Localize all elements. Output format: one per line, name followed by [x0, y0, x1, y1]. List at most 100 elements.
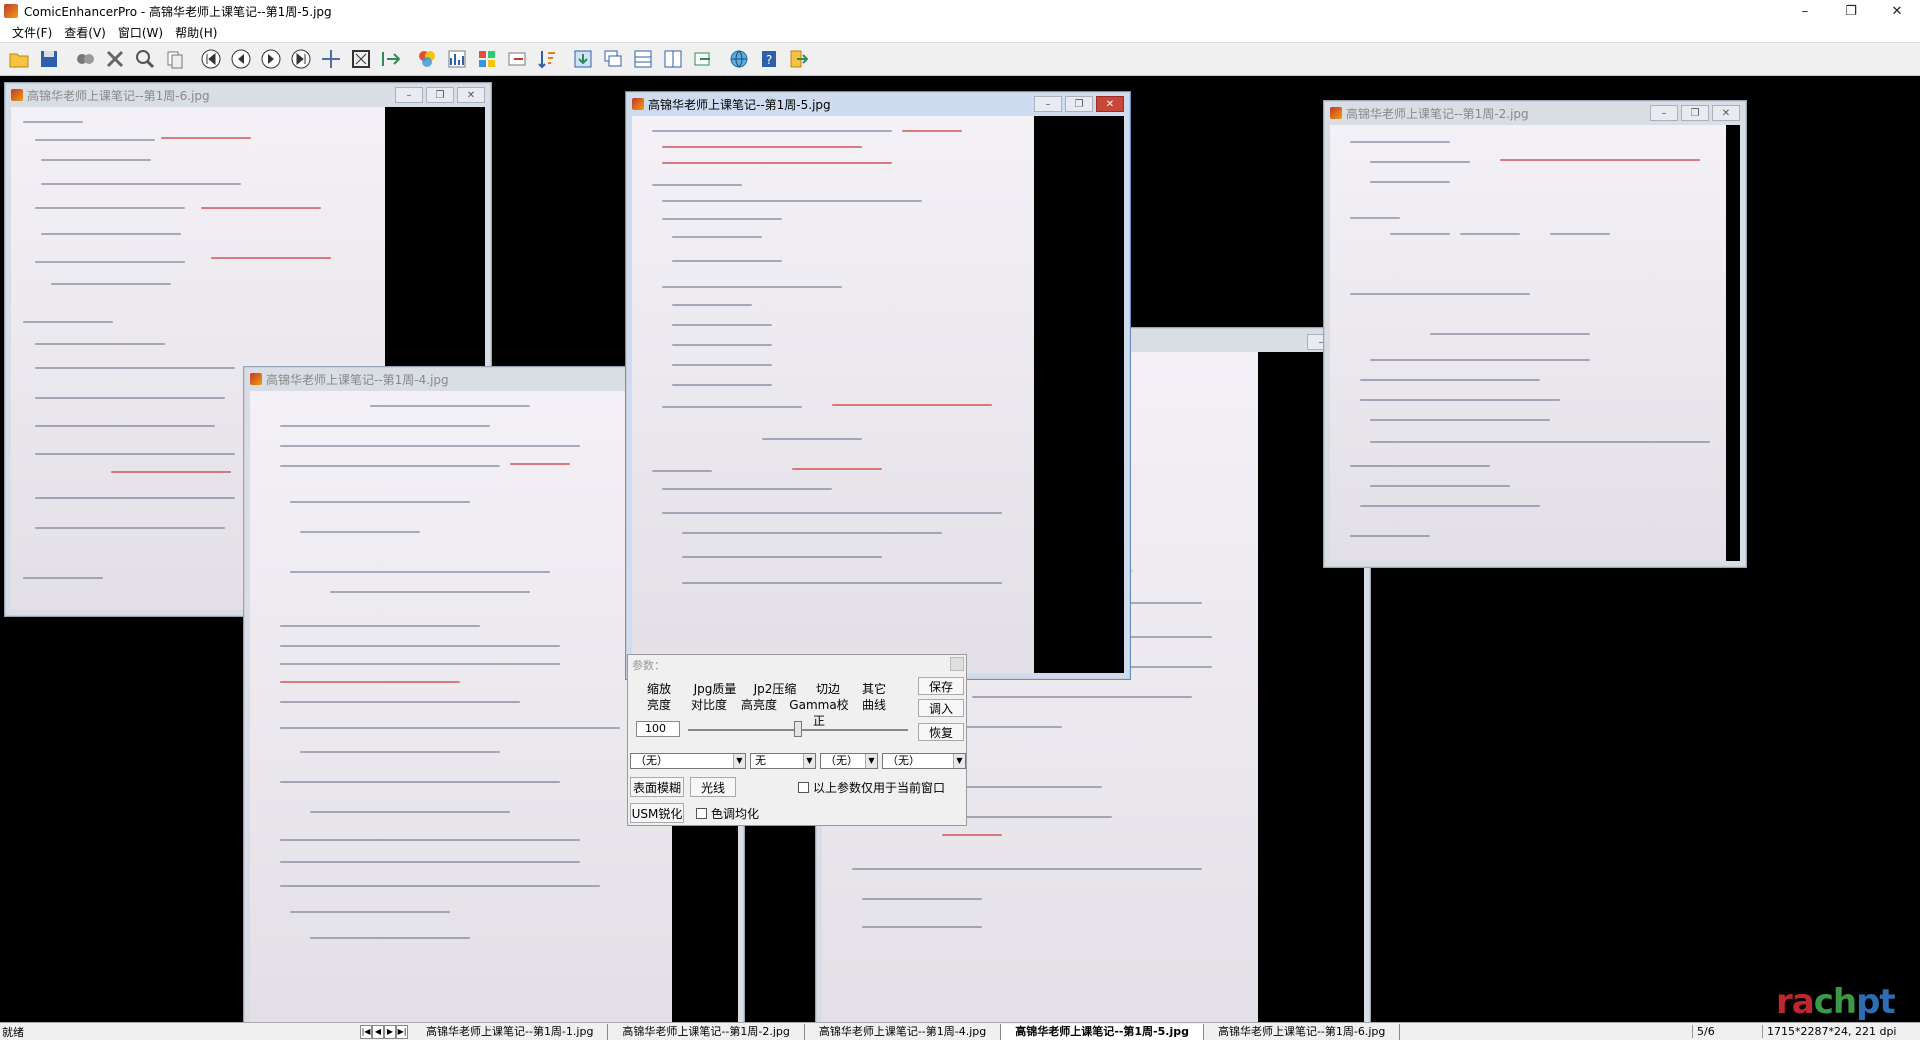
select-1[interactable]: （无） ▼ — [630, 753, 746, 769]
note-image — [1330, 125, 1726, 561]
panel-close-button[interactable] — [950, 657, 964, 671]
slider-thumb[interactable] — [794, 721, 802, 737]
menu-file[interactable]: 文件(F) — [6, 24, 58, 41]
tab-other[interactable]: 其它 — [854, 681, 894, 697]
image-icon — [1330, 107, 1342, 119]
move-icon[interactable] — [318, 46, 344, 72]
color-icon[interactable] — [414, 46, 440, 72]
ray-button[interactable]: 光线 — [690, 777, 736, 797]
tone-equalize-checkbox[interactable]: 色调均化 — [696, 805, 759, 822]
minimize-button[interactable]: – — [395, 87, 423, 103]
tab-zoom[interactable]: 缩放 — [634, 681, 684, 697]
surface-blur-button[interactable]: 表面模糊 — [630, 777, 684, 797]
copy-icon[interactable] — [162, 46, 188, 72]
app-icon — [4, 4, 18, 18]
menu-view[interactable]: 查看(V) — [58, 24, 112, 41]
crop-icon[interactable] — [504, 46, 530, 72]
import-icon[interactable] — [570, 46, 596, 72]
open-folder-icon[interactable] — [6, 46, 32, 72]
tab-curve[interactable]: 曲线 — [854, 697, 894, 713]
parameters-panel: 参数： 缩放 Jpg质量 Jp2压缩 切边 其它 亮度 对比度 高亮度 Gamm… — [627, 654, 967, 826]
chevron-down-icon: ▼ — [953, 754, 965, 768]
chevron-down-icon: ▼ — [865, 754, 877, 768]
help-icon[interactable]: ? — [756, 46, 782, 72]
export-icon[interactable] — [378, 46, 404, 72]
last-icon[interactable] — [288, 46, 314, 72]
sort-icon[interactable] — [534, 46, 560, 72]
value-input[interactable]: 100 — [636, 721, 680, 737]
first-icon[interactable] — [198, 46, 224, 72]
find-icon[interactable] — [132, 46, 158, 72]
maximize-button[interactable]: ❐ — [426, 87, 454, 103]
select-2[interactable]: 无 ▼ — [750, 753, 816, 769]
watermark-logo: rachpt — [1776, 982, 1896, 1022]
split-h-icon[interactable] — [630, 46, 656, 72]
image-icon — [250, 373, 262, 385]
play-icon[interactable] — [258, 46, 284, 72]
current-window-checkbox[interactable]: 以上参数仅用于当前窗口 — [798, 779, 945, 796]
save-icon[interactable] — [36, 46, 62, 72]
window-icon[interactable] — [600, 46, 626, 72]
image-view[interactable] — [632, 116, 1124, 673]
image-view[interactable] — [1330, 125, 1740, 561]
tab-trim[interactable]: 切边 — [806, 681, 850, 697]
maximize-button[interactable]: ❐ — [1065, 96, 1093, 112]
file-tab-4[interactable]: 高锦华老师上课笔记--第1周-4.jpg — [805, 1023, 1002, 1040]
chart-icon[interactable] — [444, 46, 470, 72]
tools-icon[interactable] — [102, 46, 128, 72]
tab-nav: |◀ ◀ ▶ ▶| — [360, 1024, 408, 1039]
chevron-down-icon: ▼ — [803, 754, 815, 768]
close-button[interactable]: ✕ — [1874, 0, 1920, 22]
load-params-button[interactable]: 调入 — [918, 699, 964, 717]
tab-contrast[interactable]: 对比度 — [686, 697, 732, 713]
status-bar: 就绪 |◀ ◀ ▶ ▶| 高锦华老师上课笔记--第1周-1.jpg 高锦华老师上… — [0, 1022, 1920, 1040]
prev-icon[interactable] — [228, 46, 254, 72]
minimize-button[interactable]: – — [1034, 96, 1062, 112]
window-title: ComicEnhancerPro - 高锦华老师上课笔记--第1周-5.jpg — [24, 4, 332, 19]
mdi-workspace: 高锦华老师上课笔记--第1周-6.jpg – ❐ ✕ 高锦华老师上课笔记--第1… — [0, 76, 1920, 1022]
tab-jp2-compress[interactable]: Jp2压缩 — [746, 681, 804, 697]
tab-jpg-quality[interactable]: Jpg质量 — [686, 681, 744, 697]
close-button[interactable]: ✕ — [1096, 96, 1124, 112]
usm-sharpen-button[interactable]: USM锐化 — [630, 803, 684, 823]
file-tab-1[interactable]: 高锦华老师上课笔记--第1周-1.jpg — [412, 1023, 609, 1040]
batch-icon[interactable] — [72, 46, 98, 72]
child-window-5[interactable]: 高锦华老师上课笔记--第1周-5.jpg – ❐ ✕ — [625, 91, 1131, 680]
file-tab-5[interactable]: 高锦华老师上课笔记--第1周-5.jpg — [1001, 1023, 1204, 1040]
close-button[interactable]: ✕ — [457, 87, 485, 103]
restore-params-button[interactable]: 恢复 — [918, 723, 964, 741]
save-params-button[interactable]: 保存 — [918, 677, 964, 695]
select-4[interactable]: （无） ▼ — [882, 753, 966, 769]
maximize-button[interactable]: ❐ — [1681, 105, 1709, 121]
child-window-2[interactable]: 高锦华老师上课笔记--第1周-2.jpg – ❐ ✕ — [1323, 100, 1747, 568]
note-image — [250, 391, 672, 1022]
minimize-button[interactable]: – — [1782, 0, 1828, 22]
toolbar: ? — [0, 42, 1920, 76]
minimize-button[interactable]: – — [1650, 105, 1678, 121]
exit-icon[interactable] — [786, 46, 812, 72]
fit-icon[interactable] — [348, 46, 374, 72]
prev-tab-button[interactable]: ◀ — [372, 1024, 384, 1039]
split-v-icon[interactable] — [660, 46, 686, 72]
note-image — [632, 116, 1034, 673]
select-3[interactable]: （无） ▼ — [820, 753, 878, 769]
close-button[interactable]: ✕ — [1712, 105, 1740, 121]
next-tab-button[interactable]: ▶ — [384, 1024, 396, 1039]
checkbox-box[interactable] — [696, 808, 707, 819]
refresh-icon[interactable] — [690, 46, 716, 72]
first-tab-button[interactable]: |◀ — [360, 1024, 372, 1039]
tab-brightness[interactable]: 亮度 — [634, 697, 684, 713]
restore-button[interactable]: ❐ — [1828, 0, 1874, 22]
file-tab-2[interactable]: 高锦华老师上课笔记--第1周-2.jpg — [608, 1023, 805, 1040]
page-count: 5/6 — [1692, 1025, 1760, 1038]
tab-highlight[interactable]: 高亮度 — [736, 697, 782, 713]
globe-icon[interactable] — [726, 46, 752, 72]
menu-help[interactable]: 帮助(H) — [169, 24, 223, 41]
palette-icon[interactable] — [474, 46, 500, 72]
image-icon — [11, 89, 23, 101]
image-icon — [632, 98, 644, 110]
menu-window[interactable]: 窗口(W) — [112, 24, 169, 41]
file-tab-6[interactable]: 高锦华老师上课笔记--第1周-6.jpg — [1204, 1023, 1401, 1040]
last-tab-button[interactable]: ▶| — [396, 1024, 408, 1039]
checkbox-box[interactable] — [798, 782, 809, 793]
